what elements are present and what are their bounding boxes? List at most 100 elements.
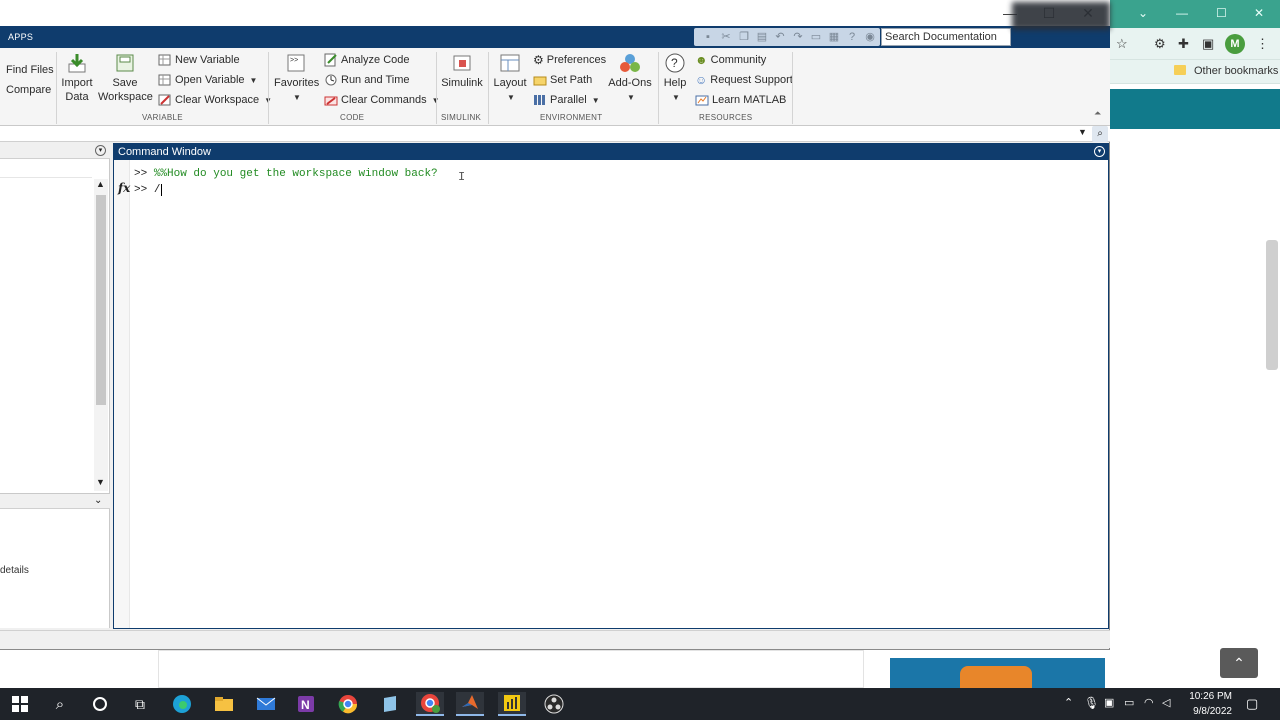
chrome-icon[interactable] [334, 692, 362, 716]
compare-label: Compare [6, 84, 52, 96]
battery-icon[interactable]: ▭ [1124, 696, 1134, 709]
other-bookmarks-link[interactable]: Other bookmarks [1194, 65, 1278, 77]
analyze-code-button[interactable]: Analyze Code [324, 51, 410, 69]
puzzle-icon[interactable]: ✚ [1178, 36, 1189, 52]
minimize-icon[interactable]: — [1176, 6, 1188, 20]
task-view-icon[interactable]: ⧉ [126, 692, 154, 716]
find-files-label: Find Files [6, 64, 54, 76]
camera-icon[interactable]: ▣ [1104, 696, 1114, 709]
cortana-icon[interactable] [86, 692, 114, 716]
panel-menu-icon[interactable]: ▾ [1094, 146, 1105, 157]
obs-icon[interactable] [540, 692, 568, 716]
panel-menu-icon[interactable]: ▾ [95, 145, 106, 156]
search-documentation-input[interactable]: Search Documentation [881, 28, 1011, 46]
chevron-down-icon[interactable]: ⌄ [1138, 6, 1148, 20]
maximize-icon[interactable]: ☐ [1216, 6, 1227, 20]
run-and-time-button[interactable]: Run and Time [324, 71, 409, 89]
notification-icon[interactable]: ▢ [1246, 696, 1258, 712]
current-folder-bar[interactable]: ▼ ⌕ [0, 126, 1110, 142]
edge-icon[interactable] [168, 692, 196, 716]
redo-icon[interactable]: ↷ [790, 30, 806, 44]
search-icon[interactable]: ⌕ [46, 692, 74, 716]
mail-icon[interactable] [252, 692, 280, 716]
community-button[interactable]: ☻ Community [695, 51, 766, 69]
tab-apps[interactable]: APPS [8, 32, 33, 42]
chevron-down-icon[interactable]: ⌄ [94, 495, 102, 506]
help-button[interactable]: ? Help ▼ [661, 52, 689, 105]
paste-icon[interactable]: ▤ [754, 30, 770, 44]
add-ons-button[interactable]: Add-Ons ▼ [606, 52, 654, 105]
prompt: >> [134, 168, 154, 180]
save-icon[interactable]: ▪ [700, 30, 716, 44]
notepad-icon[interactable] [376, 692, 404, 716]
ribbon-divider [792, 52, 793, 124]
request-support-button[interactable]: ☺ Request Support [695, 71, 793, 89]
command-window-header: Command Window ▾ [114, 144, 1108, 160]
help-icon[interactable]: ? [844, 30, 860, 44]
extension-icon[interactable]: ⚙ [1154, 36, 1166, 52]
power-bi-icon[interactable] [498, 692, 526, 716]
copy-icon[interactable]: ❐ [736, 30, 752, 44]
undo-icon[interactable]: ↶ [772, 30, 788, 44]
ribbon-divider [488, 52, 489, 124]
import-label-2: Data [65, 91, 89, 103]
layout-icon[interactable]: ▦ [826, 30, 842, 44]
page-scrollbar[interactable] [1266, 240, 1278, 370]
current-folder-panel: ▾ ▲ ▼ ⌄ details [0, 143, 110, 628]
network-icon[interactable]: ◠ [1144, 696, 1154, 709]
favorites-button[interactable]: >> Favorites ▼ [274, 52, 319, 105]
file-explorer-icon[interactable] [210, 692, 238, 716]
find-files-button[interactable]: Find Files [0, 61, 54, 79]
scroll-down-icon[interactable]: ▼ [96, 477, 105, 487]
preferences-label: Preferences [546, 54, 607, 66]
compare-button[interactable]: Compare [0, 81, 51, 99]
matlab-icon[interactable] [456, 692, 484, 716]
volume-icon[interactable]: ◁ [1162, 696, 1170, 709]
close-icon[interactable]: ✕ [1254, 6, 1264, 20]
chevron-down-icon[interactable]: ▼ [1078, 127, 1087, 137]
panel-scrollbar[interactable]: ▲ ▼ [94, 179, 108, 491]
more-menu-icon[interactable]: ⋮ [1256, 36, 1269, 52]
onenote-icon[interactable]: N [292, 692, 320, 716]
preferences-button[interactable]: ⚙ Preferences [533, 51, 606, 69]
layout-button[interactable]: Layout ▼ [492, 52, 528, 105]
taskbar-clock[interactable]: 10:26 PM 9/8/2022 [1180, 689, 1232, 719]
command-input[interactable]: / [154, 184, 161, 196]
function-browser-icon[interactable]: fx [118, 181, 130, 195]
clear-commands-button[interactable]: Clear Commands▼ [324, 91, 440, 109]
status-bar [0, 630, 1110, 648]
chevron-up-icon[interactable]: ⌃ [1064, 696, 1073, 709]
command-window[interactable]: Command Window ▾ fx >> %%How do you get … [113, 143, 1109, 629]
search-icon[interactable]: ⌕ [1092, 126, 1108, 142]
command-gutter [114, 160, 130, 628]
learn-matlab-button[interactable]: Learn MATLAB [695, 91, 786, 109]
ribbon-divider [658, 52, 659, 124]
cut-icon[interactable]: ✂ [718, 30, 734, 44]
scroll-to-top-button[interactable]: ⌃ [1220, 648, 1258, 678]
set-path-button[interactable]: Set Path [533, 71, 592, 89]
star-icon[interactable]: ☆ [1116, 36, 1128, 52]
import-data-icon [68, 54, 86, 73]
microphone-icon[interactable]: 🎙 [1084, 696, 1099, 710]
parallel-button[interactable]: Parallel ▼ [533, 91, 600, 109]
chrome-profile-icon[interactable] [416, 692, 444, 716]
import-data-button[interactable]: Import Data [60, 52, 94, 104]
scroll-up-icon[interactable]: ▲ [96, 179, 105, 189]
switch-windows-icon[interactable]: ▭ [808, 30, 824, 44]
support-icon: ☺ [695, 73, 708, 87]
prompt: >> [134, 184, 154, 196]
scrollbar-thumb[interactable] [96, 195, 106, 405]
profile-avatar[interactable]: M [1225, 34, 1245, 54]
simulink-button[interactable]: Simulink [440, 52, 484, 90]
details-panel-header[interactable]: ⌄ [0, 493, 110, 509]
open-variable-button[interactable]: Open Variable ▼ [158, 71, 257, 89]
run-and-time-label: Run and Time [341, 74, 410, 86]
clear-workspace-button[interactable]: Clear Workspace▼ [158, 91, 272, 109]
sidebar-icon[interactable]: ▣ [1202, 36, 1214, 52]
windows-start-icon[interactable] [6, 692, 34, 716]
command-output[interactable]: >> %%How do you get the workspace window… [134, 166, 438, 198]
save-workspace-button[interactable]: Save Workspace [98, 52, 153, 104]
options-icon[interactable]: ◉ [862, 30, 878, 44]
collapse-ribbon-icon[interactable]: ⏶ [1094, 108, 1101, 119]
new-variable-button[interactable]: New Variable [158, 51, 240, 69]
